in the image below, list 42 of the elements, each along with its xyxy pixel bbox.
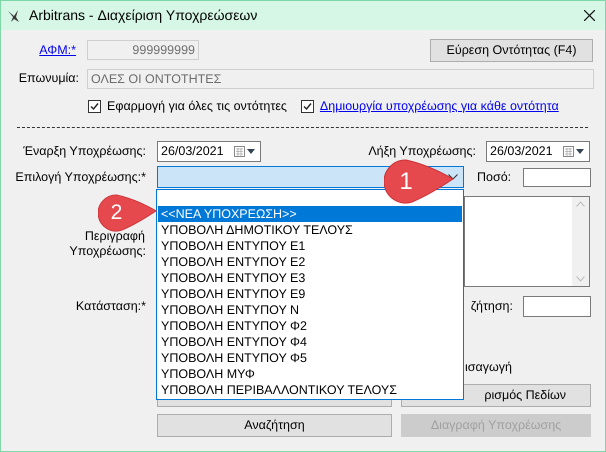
window-title: Arbitrans - Διαχείριση Υποχρεώσεων <box>29 6 258 25</box>
link[interactable]: Δημιουργία υποχρέωσης για κάθε οντότητα <box>320 96 559 116</box>
afm-field[interactable]: 999999999 <box>87 40 199 60</box>
dropdown-item[interactable]: <<ΝΕΑ ΥΠΟΧΡΕΩΣΗ>> <box>158 206 462 222</box>
field-label: ζήτηση: <box>470 298 513 316</box>
field-label: Υποχρέωσης: <box>69 244 146 259</box>
checkbox[interactable] <box>88 100 101 112</box>
checkbox[interactable] <box>300 100 314 112</box>
afm-link[interactable]: ΑΦΜ:* <box>39 40 76 60</box>
field-label: Λήξη Υποχρέωσης: <box>368 142 476 160</box>
close-icon[interactable] <box>584 10 595 21</box>
dropdown-item[interactable]: ΥΠΟΒΟΛΗ ΜΥΦ <box>158 366 462 382</box>
checkbox-label: ισαγωγή <box>465 358 512 376</box>
dropdown-item[interactable]: ΥΠΟΒΟΛΗ ΕΝΤΥΠΟΥ Φ5 <box>158 350 462 366</box>
dropdown-item[interactable]: ΥΠΟΒΟΛΗ ΕΝΤΥΠΟΥ Ε1 <box>158 238 462 254</box>
field-label: Επωνυμία: <box>18 70 79 88</box>
field-label: Περιγραφή <box>84 229 145 244</box>
dropdown-item[interactable]: ΥΠΟΒΟΛΗ ΕΝΤΥΠΟΥ Ε2 <box>158 254 462 270</box>
dropdown-item[interactable]: ΥΠΟΒΟΛΗ ΕΝΤΥΠΟΥ Φ4 <box>158 334 462 350</box>
calendar-dropdown-icon[interactable] <box>234 146 256 156</box>
dropdown-item[interactable]: ΥΠΟΒΟΛΗ ΔΗΜΟΤΙΚΟΥ ΤΕΛΟΥΣ <box>158 222 462 238</box>
dropdown-item[interactable]: ΥΠΟΒΟΛΗ ΕΝΤΥΠΟΥ Ε9 <box>158 286 462 302</box>
button[interactable]: Αναζήτηση <box>157 414 392 437</box>
search-field[interactable] <box>523 296 591 317</box>
dropdown-item[interactable]: ΥΠΟΒΟΛΗ ΕΝΤΥΠΟΥ Ν <box>158 302 462 318</box>
checkbox-label: Εφαρμογή για όλες τις οντότητες <box>107 98 287 115</box>
find-button[interactable]: Εύρεση Οντότητας (F4) <box>430 38 593 62</box>
start-date-field[interactable]: 26/03/2021 <box>157 140 261 162</box>
name-field[interactable]: ΟΛΕΣ ΟΙ ΟΝΤΟΤΗΤΕΣ <box>87 68 594 88</box>
field-label: Επιλογή Υποχρέωσης:* <box>14 168 146 186</box>
callout-tooltip: 1 <box>384 159 454 204</box>
chevron-down-icon <box>448 174 458 180</box>
dropdown-item[interactable]: ΥΠΟΒΟΛΗ ΕΝΤΥΠΟΥ Ε3 <box>158 270 462 286</box>
end-date-field[interactable]: 26/03/2021 <box>486 140 590 162</box>
callout-tooltip: 2 <box>98 194 157 232</box>
dropdown-item[interactable]: ΥΠΟΒΟΛΗ ΕΝΤΥΠΟΥ Φ2 <box>158 318 462 334</box>
amount-field[interactable] <box>523 168 592 186</box>
field-label: Ποσό: <box>477 168 512 186</box>
field-label: Έναρξη Υποχρέωσης: <box>22 142 146 160</box>
description-field[interactable] <box>464 196 590 287</box>
field-label: Κατάσταση:* <box>74 298 146 316</box>
calendar-dropdown-icon[interactable] <box>563 146 585 156</box>
